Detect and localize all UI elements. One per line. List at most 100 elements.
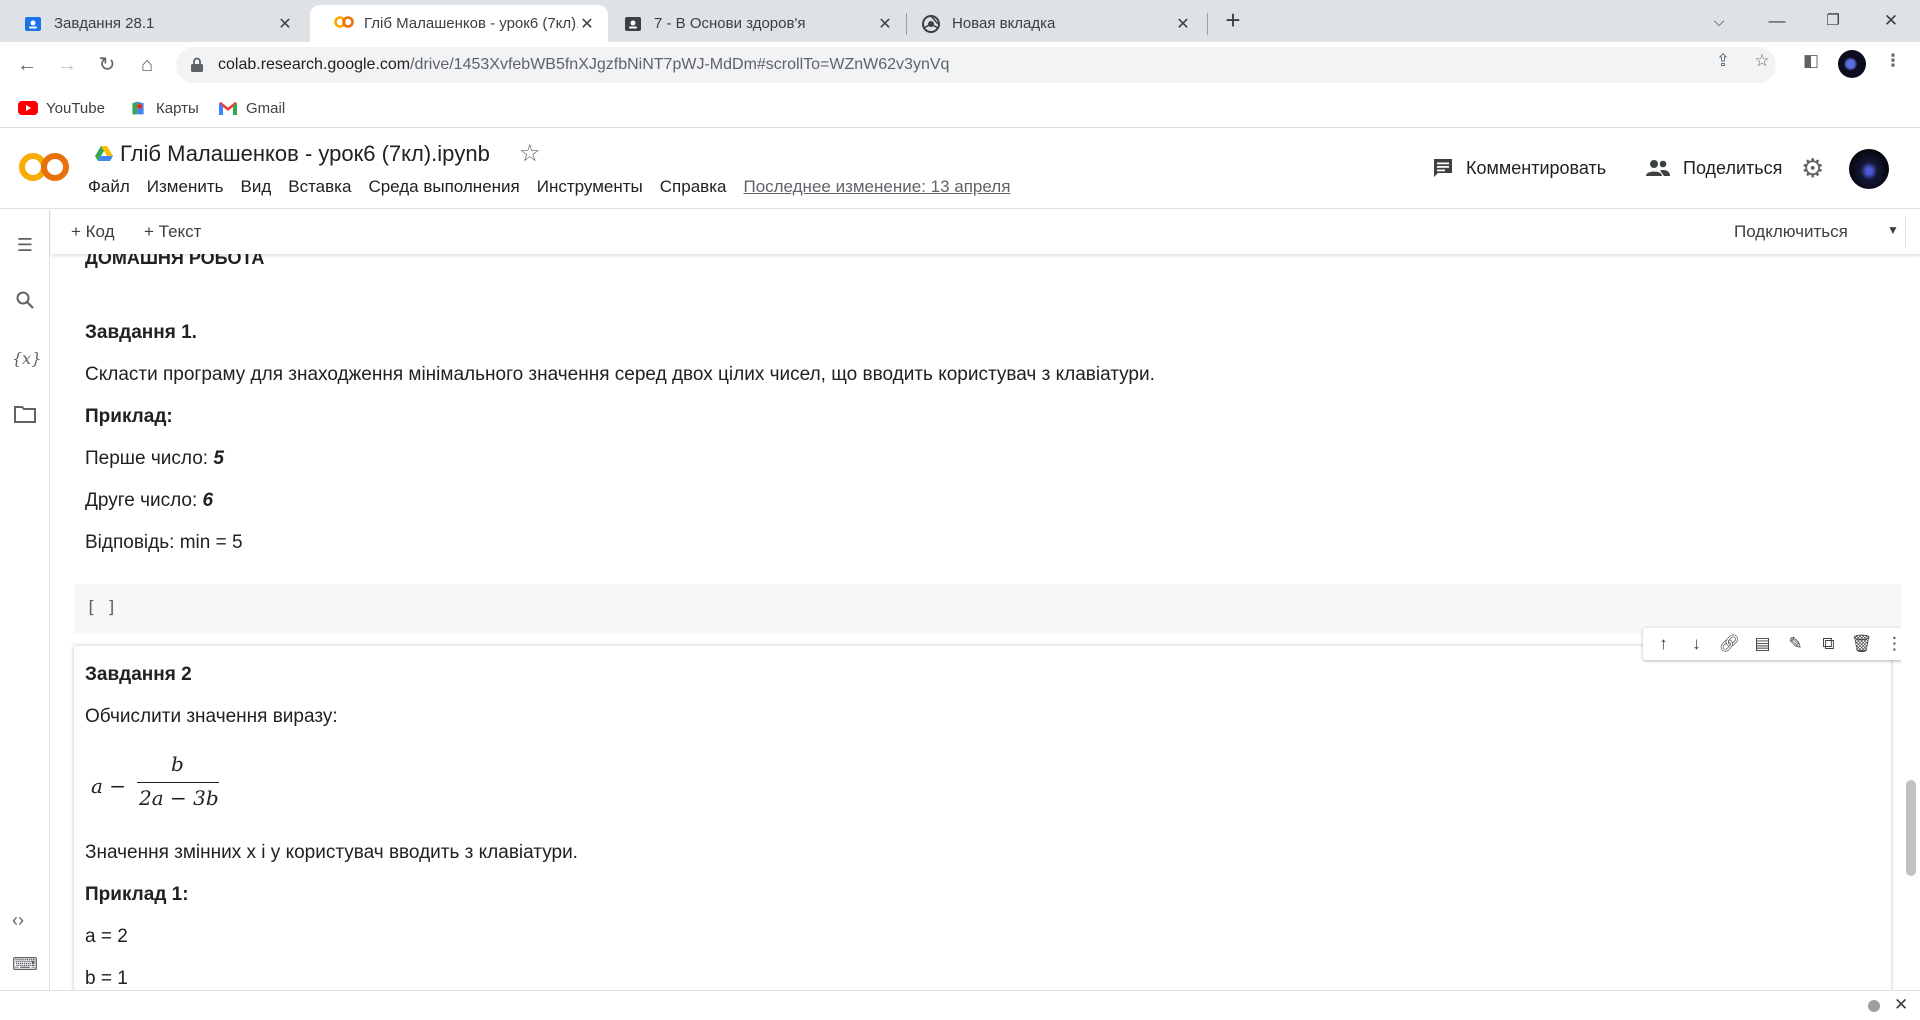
tab-search-chevron-icon[interactable]: ⌵ bbox=[1704, 6, 1734, 36]
move-down-icon[interactable]: ↓ bbox=[1684, 634, 1710, 654]
link-icon[interactable]: 🔗︎ bbox=[1717, 634, 1743, 654]
first-number-value: 5 bbox=[213, 448, 224, 469]
colab-left-rail: ☰ {x} ‹› ⌨ bbox=[0, 210, 50, 990]
share-button[interactable]: Поделиться bbox=[1645, 157, 1782, 179]
maps-icon bbox=[132, 101, 144, 115]
bookmark-maps[interactable]: Карты bbox=[128, 97, 199, 119]
menu-help[interactable]: Справка bbox=[660, 177, 727, 197]
mirror-cell-icon[interactable]: ⧉ bbox=[1816, 634, 1842, 654]
chrome-profile-avatar[interactable] bbox=[1838, 50, 1866, 78]
selected-text-cell[interactable]: ↑ ↓ 🔗︎ ▤ ✎ ⧉ 🗑︎ ⋮ bbox=[74, 628, 1901, 990]
chrome-menu-icon[interactable]: ⋮ bbox=[1882, 50, 1904, 72]
delete-icon[interactable]: 🗑︎ bbox=[1849, 634, 1875, 654]
comment-cell-icon[interactable]: ▤ bbox=[1750, 634, 1776, 654]
youtube-icon bbox=[18, 101, 38, 115]
colab-status-bar: ✕ bbox=[0, 990, 1920, 1020]
files-folder-icon[interactable] bbox=[12, 404, 38, 430]
close-tab-icon[interactable]: ✕ bbox=[578, 14, 596, 34]
bookmark-label: YouTube bbox=[46, 99, 105, 117]
close-status-icon[interactable]: ✕ bbox=[1894, 995, 1908, 1015]
user-avatar[interactable] bbox=[1849, 149, 1889, 189]
close-tab-icon[interactable]: ✕ bbox=[276, 14, 294, 34]
bookmark-gmail[interactable]: Gmail bbox=[218, 97, 285, 119]
table-of-contents-icon[interactable]: ☰ bbox=[12, 232, 38, 258]
colab-icon bbox=[334, 15, 354, 33]
add-code-cell-button[interactable]: + Код bbox=[71, 222, 115, 242]
tab-title: Новая вкладка bbox=[952, 15, 1056, 32]
task2-title: Завдання 2 bbox=[85, 664, 192, 685]
connect-runtime-button[interactable]: Подключиться bbox=[1734, 222, 1848, 242]
menu-insert[interactable]: Вставка bbox=[288, 177, 351, 197]
task2-description: Обчислити значення виразу: bbox=[85, 706, 338, 727]
menu-tools[interactable]: Инструменты bbox=[537, 177, 643, 197]
bookmark-label: Карты bbox=[156, 99, 199, 117]
notebook-title[interactable]: Гліб Малашенков - урок6 (7кл).ipynb bbox=[120, 141, 490, 167]
menu-edit[interactable]: Изменить bbox=[147, 177, 224, 197]
task1-second-number: Друге число: 6 bbox=[85, 490, 213, 512]
connect-dropdown-icon[interactable]: ▼ bbox=[1887, 223, 1899, 237]
back-arrow-icon[interactable]: ← bbox=[12, 50, 42, 80]
comment-label: Комментировать bbox=[1466, 157, 1607, 178]
side-panel-icon[interactable]: ◧ bbox=[1800, 50, 1822, 72]
tab-separator bbox=[1207, 13, 1208, 35]
task1-first-number: Перше число: 5 bbox=[85, 448, 224, 470]
browser-tab-osnovy-zdorovia[interactable]: 7 - В Основи здоров'я ✕ bbox=[600, 5, 906, 42]
scrollbar-thumb[interactable] bbox=[1906, 780, 1916, 876]
settings-gear-icon[interactable]: ⚙ bbox=[1801, 153, 1824, 184]
tab-title: Гліб Малашенков - урок6 (7кл).ipynb bbox=[364, 15, 578, 32]
menu-view[interactable]: Вид bbox=[240, 177, 271, 197]
task1-answer: Відповідь: min = 5 bbox=[85, 532, 243, 553]
share-page-icon[interactable]: ⇪ bbox=[1712, 50, 1734, 72]
browser-tab-zavdannia[interactable]: Завдання 28.1 ✕ bbox=[0, 5, 306, 42]
bookmark-label: Gmail bbox=[246, 99, 286, 117]
close-tab-icon[interactable]: ✕ bbox=[876, 14, 894, 34]
tab-title: 7 - В Основи здоров'я bbox=[654, 15, 806, 32]
formula-lhs: a − bbox=[91, 774, 127, 798]
new-tab-button[interactable]: + bbox=[1220, 7, 1246, 34]
colab-menubar: Файл Изменить Вид Вставка Среда выполнен… bbox=[88, 177, 1027, 197]
reload-icon[interactable]: ↻ bbox=[92, 50, 122, 80]
bookmark-star-icon[interactable]: ☆ bbox=[1751, 50, 1773, 72]
browser-tab-new[interactable]: Новая вкладка ✕ bbox=[898, 5, 1204, 42]
runtime-status-indicator[interactable] bbox=[1868, 1000, 1880, 1012]
lock-icon[interactable] bbox=[190, 57, 204, 73]
code-snippets-icon[interactable]: ‹› bbox=[12, 910, 24, 931]
minimize-icon[interactable]: — bbox=[1762, 6, 1792, 36]
close-window-icon[interactable]: ✕ bbox=[1876, 6, 1906, 36]
last-edit-link[interactable]: Последнее изменение: 13 апреля bbox=[743, 177, 1010, 197]
task1-example-label: Приклад: bbox=[85, 406, 173, 427]
menu-file[interactable]: Файл bbox=[88, 177, 130, 197]
first-number-label: Перше число: bbox=[85, 448, 214, 469]
formula-numerator: b bbox=[171, 752, 184, 776]
address-bar[interactable]: colab.research.google.com/drive/1453Xvfe… bbox=[176, 47, 1776, 83]
restore-icon[interactable]: ❐ bbox=[1818, 6, 1848, 36]
colab-logo-icon[interactable] bbox=[18, 149, 70, 185]
google-drive-icon[interactable] bbox=[95, 145, 113, 161]
comment-button[interactable]: Комментировать bbox=[1432, 157, 1606, 179]
variables-icon[interactable]: {x} bbox=[12, 346, 41, 372]
colab-header: Гліб Малашенков - урок6 (7кл).ipynb ☆ Фа… bbox=[0, 129, 1920, 209]
edit-pencil-icon[interactable]: ✎ bbox=[1783, 634, 1809, 654]
fraction-bar bbox=[137, 782, 219, 783]
more-options-icon[interactable]: ⋮ bbox=[1882, 634, 1901, 654]
add-text-cell-button[interactable]: + Текст bbox=[144, 222, 201, 242]
menu-runtime[interactable]: Среда выполнения bbox=[368, 177, 519, 197]
notebook-content: ДОМАШНЯ РОБОТА Завдання 1. Скласти прогр… bbox=[51, 254, 1901, 990]
run-cell-prompt[interactable]: [ ] bbox=[86, 598, 117, 618]
bookmark-youtube[interactable]: YouTube bbox=[18, 97, 105, 119]
search-icon[interactable] bbox=[12, 290, 38, 316]
forward-arrow-icon[interactable]: → bbox=[52, 50, 82, 80]
task1-title: Завдання 1. bbox=[85, 322, 197, 343]
code-cell[interactable]: [ ] bbox=[74, 584, 1901, 634]
homework-heading: ДОМАШНЯ РОБОТА bbox=[85, 254, 265, 268]
star-notebook-icon[interactable]: ☆ bbox=[519, 139, 541, 168]
browser-tab-colab[interactable]: Гліб Малашенков - урок6 (7кл).ipynb ✕ bbox=[310, 5, 608, 42]
chrome-icon bbox=[922, 14, 940, 33]
close-tab-icon[interactable]: ✕ bbox=[1174, 14, 1192, 34]
task2-b-value: b = 1 bbox=[85, 968, 128, 989]
terminal-keyboard-icon[interactable]: ⌨ bbox=[12, 954, 38, 975]
home-icon[interactable]: ⌂ bbox=[132, 50, 162, 80]
cell-actions-toolbar: ↑ ↓ 🔗︎ ▤ ✎ ⧉ 🗑︎ ⋮ bbox=[1643, 628, 1901, 660]
move-up-icon[interactable]: ↑ bbox=[1651, 634, 1677, 654]
bookmarks-bar: YouTube Карты Gmail bbox=[0, 88, 1920, 128]
